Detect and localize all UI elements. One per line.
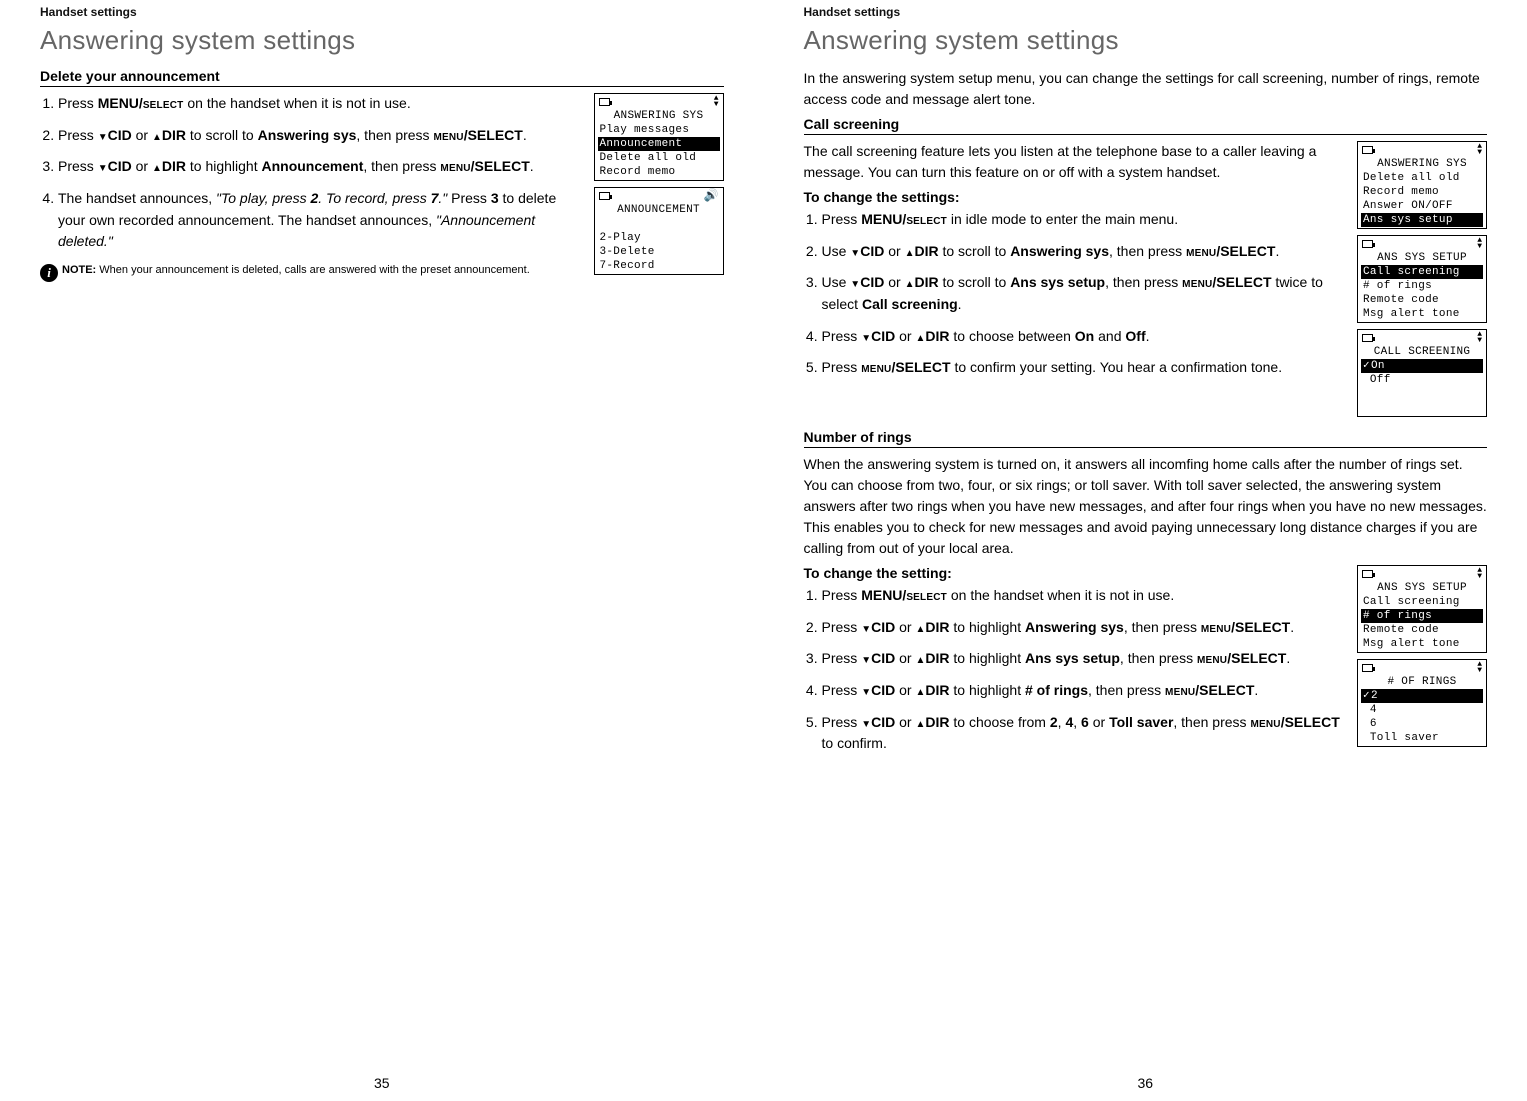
lcd-row	[599, 217, 719, 231]
lcd-row: Delete all old	[599, 151, 719, 165]
lcd-row: 2-Play	[599, 231, 719, 245]
lcd-row: Call screening	[1362, 595, 1482, 609]
lcd-title: ANSWERING SYS	[599, 109, 719, 123]
battery-icon	[1362, 240, 1373, 248]
lcd-row: 7-Record	[599, 259, 719, 273]
lcd-row: # of rings	[1362, 279, 1482, 293]
page-right: Handset settings Answering system settin…	[764, 0, 1527, 1101]
battery-icon	[1362, 570, 1373, 578]
lcd-row-selected: On	[1361, 359, 1483, 373]
scroll-arrows-icon: ▲▼	[1477, 568, 1482, 580]
battery-icon	[1362, 664, 1373, 672]
lcd-row-selected: Call screening	[1361, 265, 1483, 279]
lcd-row: Toll saver	[1362, 731, 1482, 745]
intro-paragraph: In the answering system setup menu, you …	[804, 68, 1488, 110]
note-text: NOTE: When your announcement is deleted,…	[62, 263, 530, 278]
lcd-row-selected: Announcement	[598, 137, 720, 151]
lcd-title: ANNOUNCEMENT	[599, 203, 719, 217]
lcd-screen-ans-sys-setup: ▲▼ ANS SYS SETUP Call screening # of rin…	[1357, 235, 1487, 323]
battery-icon	[599, 98, 610, 106]
scroll-arrows-icon: ▲▼	[1477, 332, 1482, 344]
section-heading-rings: Number of rings	[804, 429, 1488, 448]
lcd-row: 3-Delete	[599, 245, 719, 259]
lcd-row: Msg alert tone	[1362, 637, 1482, 651]
scroll-arrows-icon: ▲▼	[1477, 662, 1482, 674]
lcd-row: Remote code	[1362, 623, 1482, 637]
rings-desc: When the answering system is turned on, …	[804, 454, 1488, 559]
battery-icon	[599, 192, 610, 200]
scroll-arrows-icon: ▲▼	[1477, 144, 1482, 156]
lcd-row: Play messages	[599, 123, 719, 137]
lcd-screen-announcement-list: ▲▼ ANSWERING SYS Play messages Announcem…	[594, 93, 724, 181]
lcd-row-selected: Ans sys setup	[1361, 213, 1483, 227]
lcd-screen-num-rings: ▲▼ # OF RINGS 2 4 6 Toll saver	[1357, 659, 1487, 747]
lcd-title: ANSWERING SYS	[1362, 157, 1482, 171]
scroll-arrows-icon: ▲▼	[714, 96, 719, 108]
scroll-arrows-icon: ▲▼	[1477, 238, 1482, 250]
battery-icon	[1362, 146, 1373, 154]
lcd-row: Answer ON/OFF	[1362, 199, 1482, 213]
lcd-title: ANS SYS SETUP	[1362, 251, 1482, 265]
page-title: Answering system settings	[804, 25, 1488, 56]
lcd-row: Record memo	[599, 165, 719, 179]
breadcrumb: Handset settings	[40, 5, 724, 19]
page-left: Handset settings Answering system settin…	[0, 0, 764, 1101]
lcd-title: ANS SYS SETUP	[1362, 581, 1482, 595]
lcd-title: CALL SCREENING	[1362, 345, 1482, 359]
lcd-row: Msg alert tone	[1362, 307, 1482, 321]
section-heading-delete: Delete your announcement	[40, 68, 724, 87]
lcd-row: Off	[1362, 373, 1482, 387]
info-icon: i	[40, 264, 58, 282]
battery-icon	[1362, 334, 1373, 342]
lcd-row: Delete all old	[1362, 171, 1482, 185]
lcd-screen-call-screening: ▲▼ CALL SCREENING On Off	[1357, 329, 1487, 417]
lcd-screen-ans-sys-setup-rings: ▲▼ ANS SYS SETUP Call screening # of rin…	[1357, 565, 1487, 653]
lcd-row: 6	[1362, 717, 1482, 731]
lcd-row: Record memo	[1362, 185, 1482, 199]
page-title: Answering system settings	[40, 25, 724, 56]
section-heading-call-screening: Call screening	[804, 116, 1488, 135]
page-number: 35	[374, 1075, 390, 1091]
lcd-screen-answering-sys: ▲▼ ANSWERING SYS Delete all old Record m…	[1357, 141, 1487, 229]
lcd-title: # OF RINGS	[1362, 675, 1482, 689]
lcd-screen-announcement-options: 🔊 ANNOUNCEMENT 2-Play 3-Delete 7-Record	[594, 187, 724, 275]
lcd-row: Remote code	[1362, 293, 1482, 307]
page-number: 36	[1137, 1075, 1153, 1091]
breadcrumb: Handset settings	[804, 5, 1488, 19]
lcd-row-selected: 2	[1361, 689, 1483, 703]
lcd-row-selected: # of rings	[1361, 609, 1483, 623]
lcd-row: 4	[1362, 703, 1482, 717]
speaker-icon: 🔊	[704, 189, 719, 203]
